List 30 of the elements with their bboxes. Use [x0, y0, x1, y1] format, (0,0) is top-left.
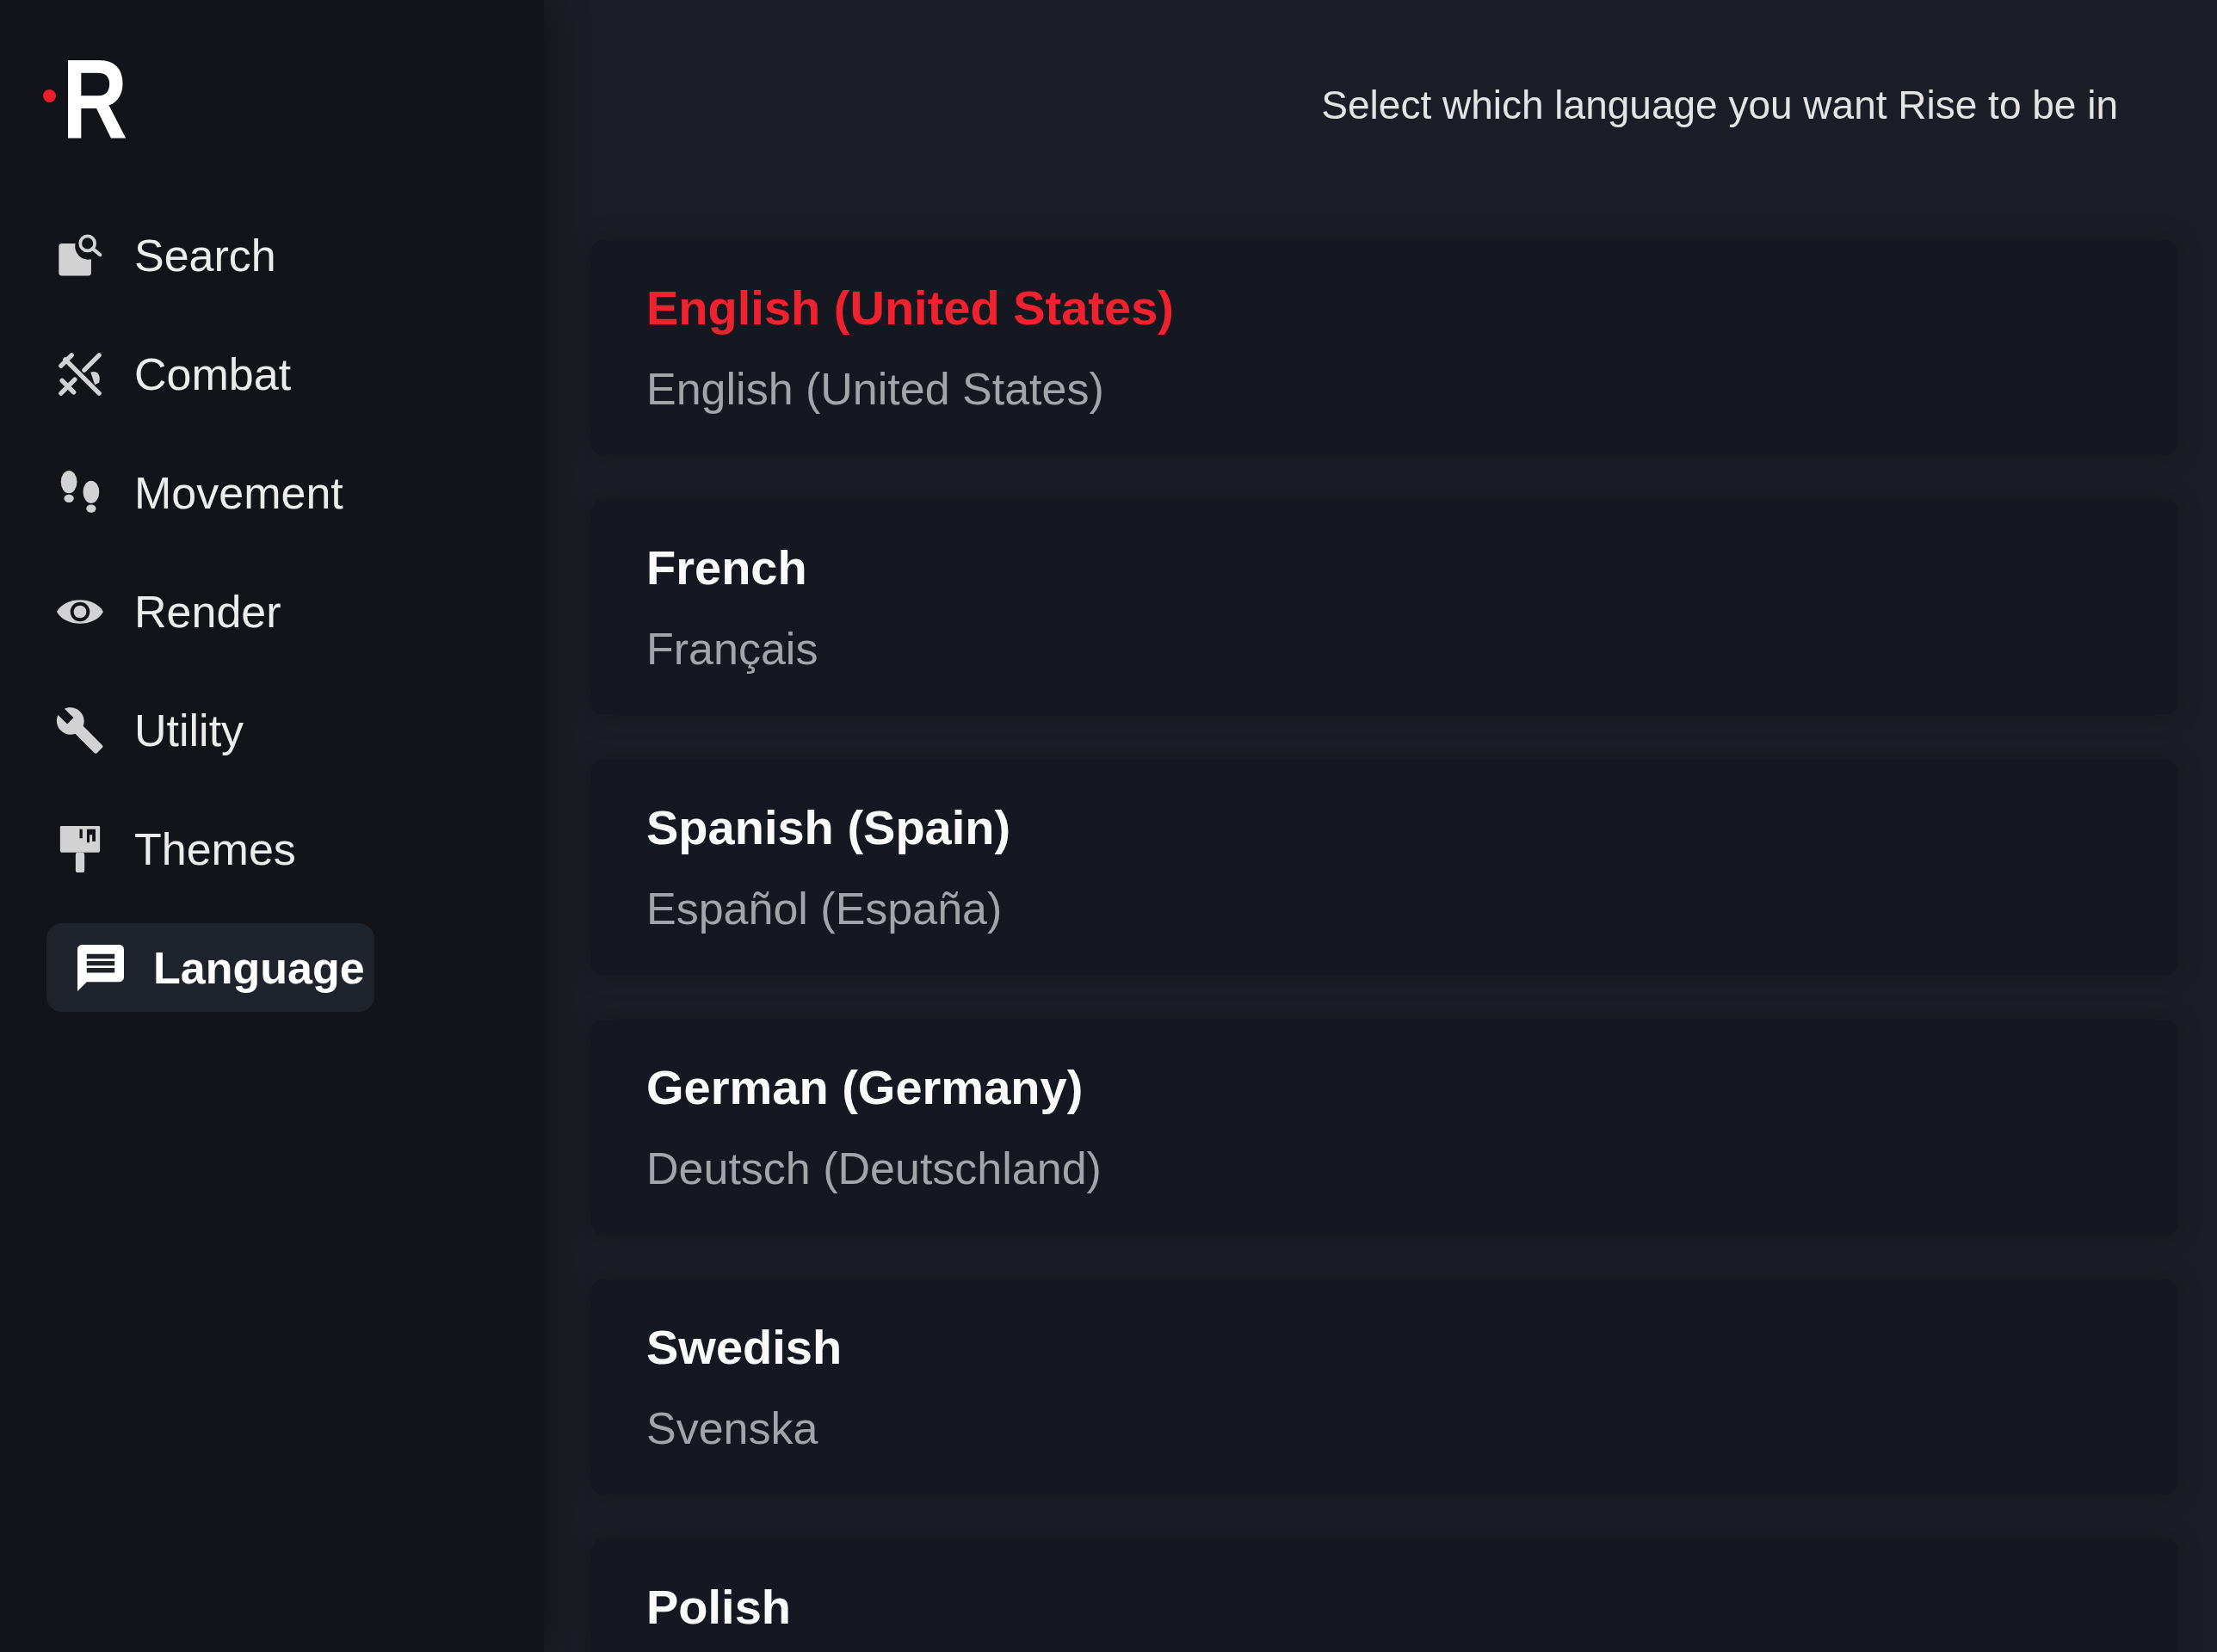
wrench-icon	[57, 706, 103, 754]
page-instruction: Select which language you want Rise to be in	[1321, 82, 2118, 129]
message-icon	[77, 944, 124, 991]
language-card[interactable]: French Français	[591, 500, 2177, 715]
language-name: Swedish	[646, 1319, 843, 1376]
sidebar-item[interactable]: Movement	[46, 448, 374, 537]
language-name: Polish	[646, 1579, 792, 1636]
native-language-name: English (United States)	[646, 363, 1104, 416]
language-card[interactable]: German (Germany) Deutsch (Deutschland)	[591, 1020, 2177, 1235]
native-language-name: Français	[646, 623, 818, 675]
language-card[interactable]: Polish	[591, 1539, 2177, 1652]
language-name: English (United States)	[646, 280, 1174, 336]
language-name: German (Germany)	[646, 1059, 1084, 1116]
sidebar-item[interactable]: Utility	[46, 686, 374, 774]
language-card[interactable]: English (United States) English (United States)	[591, 240, 2177, 455]
language-card[interactable]: Swedish Svenska	[591, 1279, 2177, 1495]
language-name: Spanish (Spain)	[646, 799, 1011, 856]
native-language-name: Español (España)	[646, 883, 1003, 935]
swords-icon	[57, 350, 103, 398]
sidebar-item[interactable]: Themes	[46, 804, 374, 893]
sidebar-item[interactable]: Language	[46, 923, 374, 1012]
logo-text: R	[62, 56, 128, 142]
sidebar-item[interactable]: Render	[46, 567, 374, 656]
dot-icon	[43, 89, 56, 102]
native-language-name: Deutsch (Deutschland)	[646, 1143, 1102, 1195]
language-card[interactable]: Spanish (Spain) Español (España)	[591, 760, 2177, 975]
sidebar-item[interactable]: Search	[46, 211, 374, 299]
sidebar-item[interactable]: Combat	[46, 330, 374, 418]
language-name: French	[646, 539, 807, 596]
native-language-name: Svenska	[646, 1402, 818, 1455]
